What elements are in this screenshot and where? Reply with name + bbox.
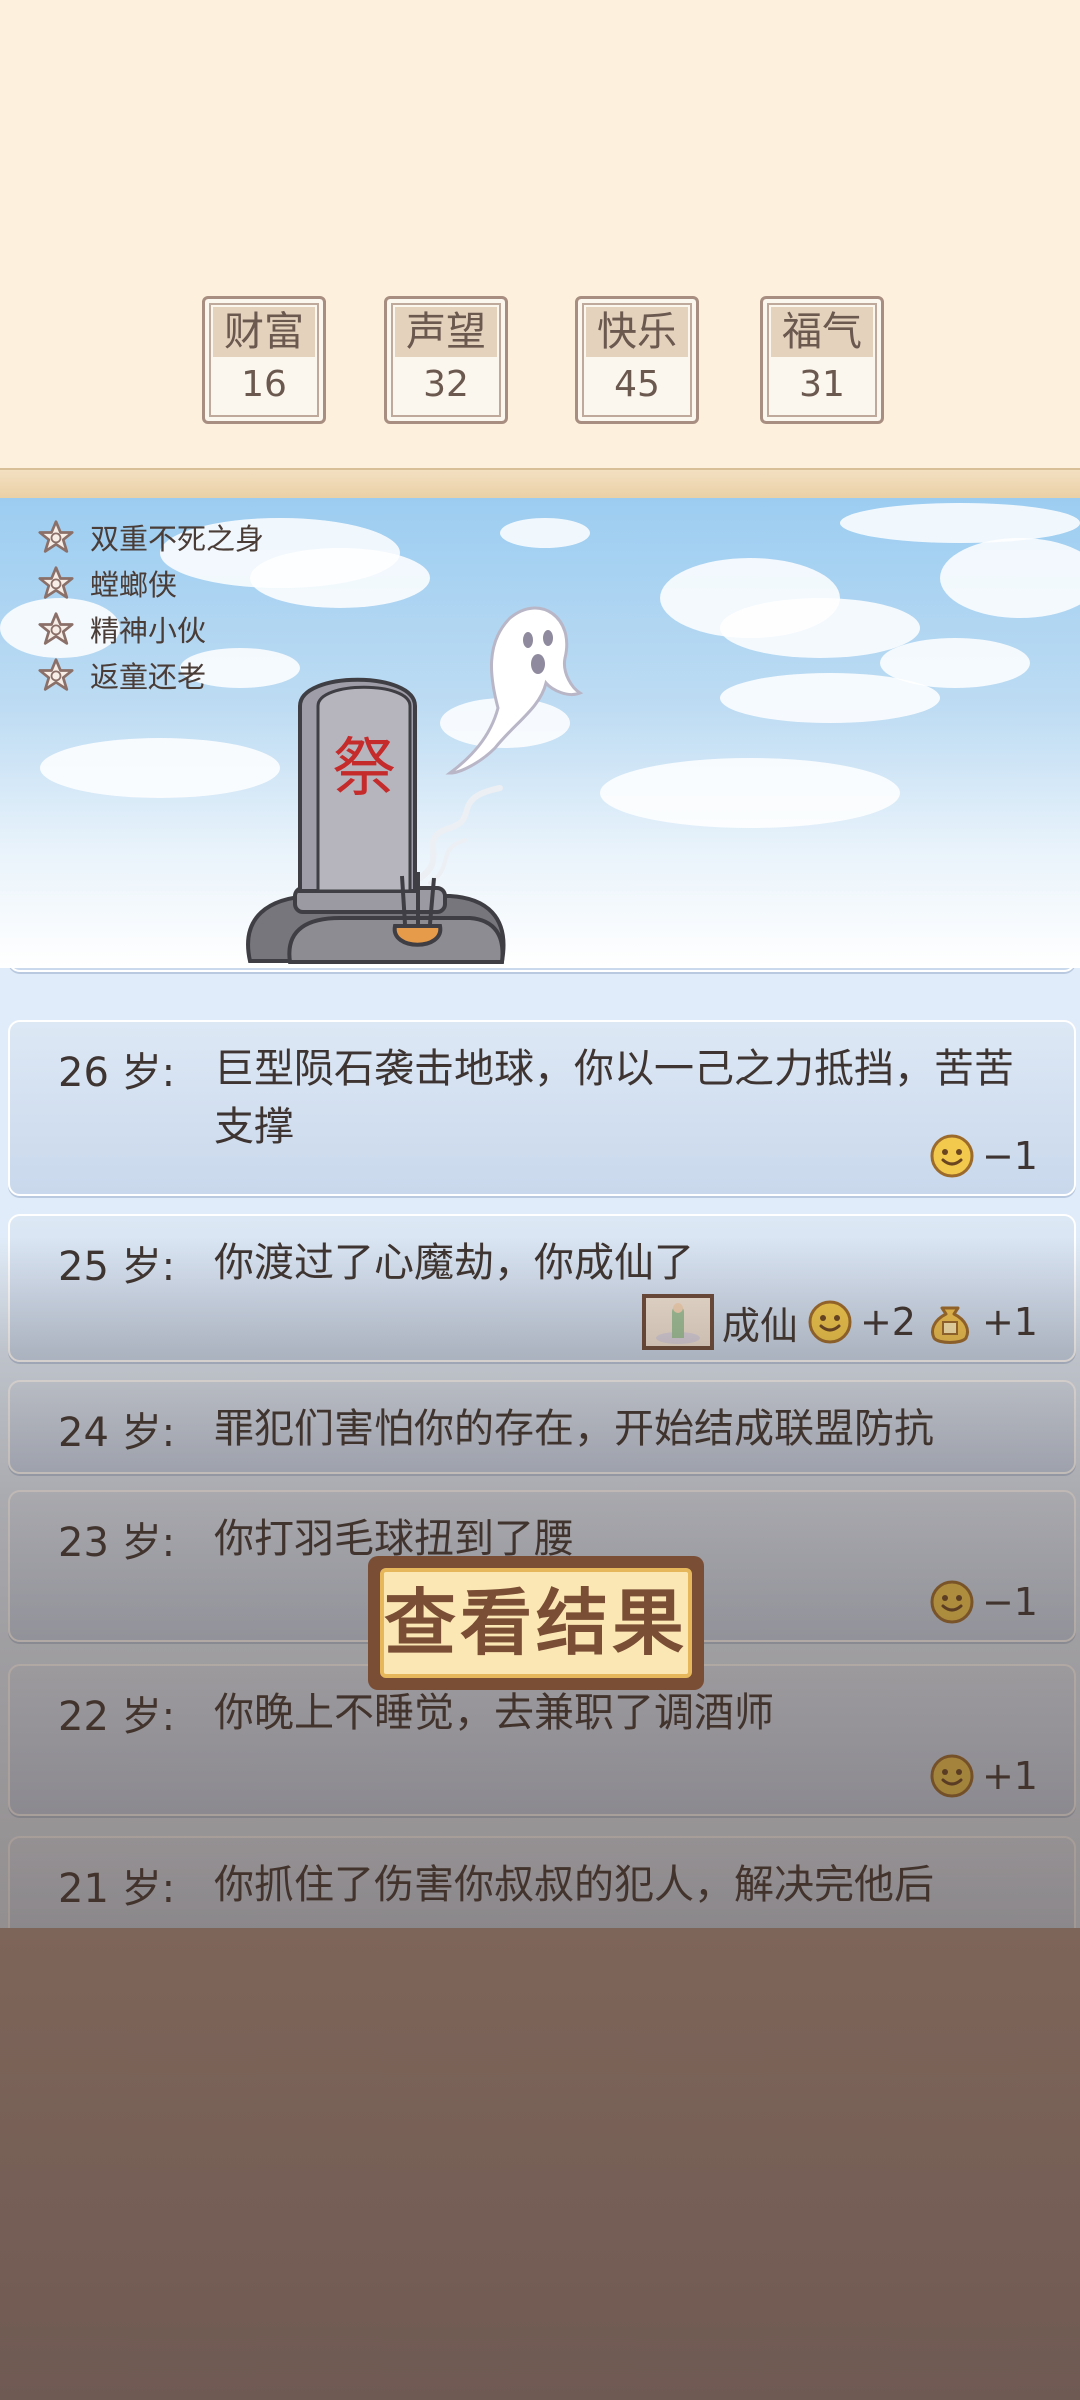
talent-item: 螳螂侠 — [38, 560, 264, 606]
effect-badge: 成仙 — [641, 1294, 798, 1350]
list-item: 26 岁: 巨型陨石袭击地球，你以一己之力抵挡，苦苦支撑 −1 — [8, 1020, 1076, 1196]
tombstone-icon: 祭 — [246, 677, 506, 964]
event-effects: +1 — [930, 1754, 1038, 1798]
talent-label: 精神小伙 — [90, 614, 207, 648]
list-item: 25 岁: 你渡过了心魔劫，你成仙了 成仙 +2 +1 — [8, 1214, 1076, 1362]
stat-wealth: 财富 16 — [202, 296, 326, 424]
event-age: 24 岁: — [58, 1410, 176, 1456]
event-text: 你渡过了心魔劫，你成仙了 — [214, 1240, 694, 1286]
event-text: 你晚上不睡觉，去兼职了调酒师 — [214, 1690, 774, 1736]
effect-badge-label: 成仙 — [721, 1303, 798, 1348]
talent-item: 精神小伙 — [38, 606, 264, 652]
list-item: 24 岁: 罪犯们害怕你的存在，开始结成联盟防抗 — [8, 1380, 1076, 1474]
life-event-feed[interactable]: 26 岁: 巨型陨石袭击地球，你以一己之力抵挡，苦苦支撑 −1 25 岁: 你渡… — [0, 968, 1080, 1928]
effect-value: +1 — [981, 1754, 1038, 1798]
talent-item: 双重不死之身 — [38, 514, 264, 560]
star-icon — [38, 658, 74, 691]
talent-item: 返童还老 — [38, 652, 264, 698]
effect-value: +2 — [859, 1300, 916, 1344]
event-effects: −1 — [930, 1134, 1038, 1178]
effect-value: −1 — [981, 1580, 1038, 1624]
event-text: 巨型陨石袭击地球，你以一己之力抵挡，苦苦支撑 — [214, 1046, 1014, 1150]
effect-item: −1 — [930, 1134, 1038, 1178]
effect-value: −1 — [981, 1134, 1038, 1178]
event-age: 25 岁: — [58, 1244, 176, 1290]
bottom-overlay — [0, 1928, 1080, 2400]
tombstone-character: 祭 — [332, 733, 396, 804]
event-effects: 成仙 +2 +1 — [641, 1294, 1038, 1350]
event-text: 罪犯们害怕你的存在，开始结成联盟防抗 — [214, 1406, 934, 1452]
star-icon — [38, 612, 74, 645]
event-text: 你抓住了伤害你叔叔的犯人，解决完他后 — [214, 1862, 934, 1908]
view-result-label: 查看结果 — [380, 1568, 692, 1678]
talent-label: 返童还老 — [90, 660, 207, 694]
talent-label: 双重不死之身 — [90, 522, 265, 556]
smile-icon — [808, 1300, 852, 1344]
event-effects: −1 — [930, 1580, 1038, 1624]
stat-fortune-label: 福气 — [771, 307, 873, 357]
list-item — [8, 968, 1076, 972]
stat-reputation: 声望 32 — [384, 296, 508, 424]
view-result-button[interactable]: 查看结果 — [368, 1556, 704, 1690]
effect-item: +1 — [930, 1754, 1038, 1798]
stat-reputation-value: 32 — [423, 364, 469, 405]
effect-item: −1 — [930, 1580, 1038, 1624]
stat-wealth-value: 16 — [241, 364, 287, 405]
stat-happiness: 快乐 45 — [575, 296, 699, 424]
list-item: 21 岁: 你抓住了伤害你叔叔的犯人，解决完他后 — [8, 1836, 1076, 1928]
star-icon — [38, 520, 74, 553]
stat-fortune-value: 31 — [799, 364, 845, 405]
stat-happiness-label: 快乐 — [586, 307, 688, 357]
stat-reputation-label: 声望 — [395, 307, 497, 357]
stat-wealth-label: 财富 — [213, 307, 315, 357]
talent-list: 双重不死之身 螳螂侠 精神小伙 返童还老 — [38, 514, 264, 698]
stat-fortune: 福气 31 — [760, 296, 884, 424]
event-age: 23 岁: — [58, 1520, 176, 1566]
money-bag-icon — [930, 1306, 969, 1344]
event-age: 21 岁: — [58, 1866, 176, 1912]
effect-item: +2 — [808, 1300, 916, 1344]
smile-icon — [930, 1580, 974, 1624]
event-age: 22 岁: — [58, 1694, 176, 1740]
immortal-portrait-icon — [641, 1294, 714, 1350]
star-icon — [38, 566, 74, 599]
effect-item: +1 — [926, 1298, 1038, 1346]
smile-icon — [930, 1754, 974, 1798]
divider-band — [0, 468, 1080, 502]
effect-value: +1 — [981, 1300, 1038, 1344]
stats-panel: 财富 16 声望 32 快乐 45 福气 31 — [0, 0, 1080, 470]
event-age: 26 岁: — [58, 1050, 176, 1096]
stat-happiness-value: 45 — [614, 364, 660, 405]
smile-icon — [930, 1134, 974, 1178]
sky-scene: 双重不死之身 螳螂侠 精神小伙 返童还老 祭 — [0, 498, 1080, 968]
talent-label: 螳螂侠 — [90, 568, 178, 602]
